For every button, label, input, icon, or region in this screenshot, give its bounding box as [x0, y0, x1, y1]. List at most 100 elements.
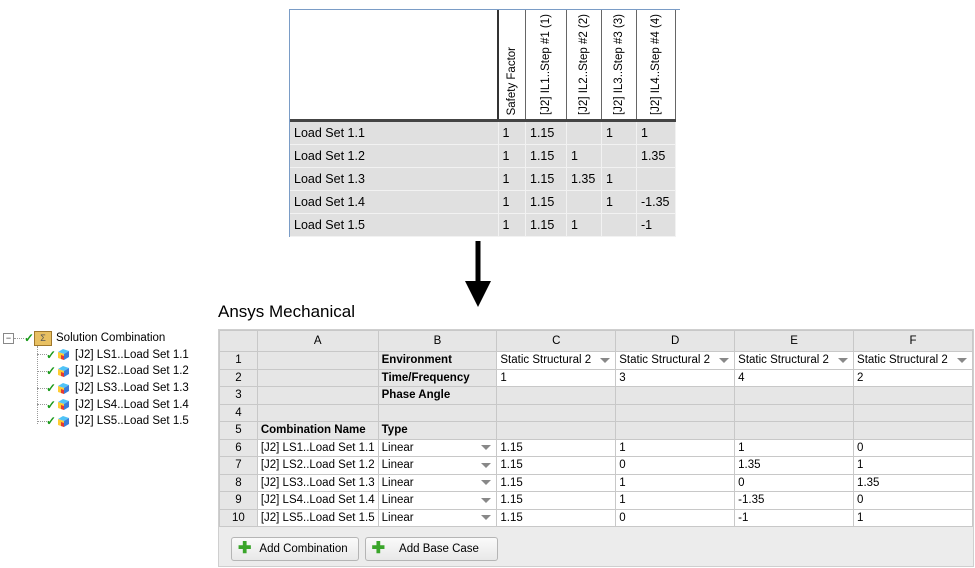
- matrix-cell: -1.35: [636, 190, 676, 215]
- environment-select[interactable]: Static Structural 2: [496, 351, 617, 370]
- dropdown-arrow-icon[interactable]: [719, 357, 730, 363]
- tree-item-load-combination[interactable]: ✓ [J2] LS5..Load Set 1.5: [0, 413, 189, 430]
- add-combination-button[interactable]: ✚ Add Combination: [231, 537, 359, 561]
- grid-row-environment: 1 Environment Static Structural 2 Static…: [219, 351, 973, 370]
- matrix-cell: 1.15: [525, 144, 567, 169]
- coefficient-input[interactable]: 1.35: [734, 456, 855, 475]
- dropdown-arrow-icon[interactable]: [838, 357, 849, 363]
- result-cube-icon: [58, 382, 69, 394]
- time-input[interactable]: 2: [853, 368, 973, 387]
- combination-name-input[interactable]: [J2] LS3..Load Set 1.3: [256, 473, 379, 492]
- col-header-f: F: [853, 330, 973, 352]
- tree-item-load-combination[interactable]: ✓ [J2] LS4..Load Set 1.4: [0, 396, 189, 413]
- check-icon: ✓: [24, 331, 35, 346]
- tree-connector: [37, 404, 47, 406]
- coefficient-input[interactable]: 1: [734, 438, 855, 457]
- coefficient-input[interactable]: 1: [853, 508, 973, 527]
- coefficient-input[interactable]: 1: [615, 491, 736, 510]
- matrix-row-name: Load Set 1.1: [290, 120, 499, 146]
- empty-cell: [256, 368, 379, 387]
- tree-item-load-combination[interactable]: ✓ [J2] LS2..Load Set 1.2: [0, 363, 189, 380]
- coefficient-input[interactable]: 1: [615, 438, 736, 457]
- tree-item-load-combination[interactable]: ✓ [J2] LS3..Load Set 1.3: [0, 380, 189, 397]
- grid-row-blank: 4: [219, 403, 973, 422]
- combination-name-input[interactable]: [J2] LS1..Load Set 1.1: [256, 438, 379, 457]
- matrix-row: Load Set 1.5 1 1.15 1 -1: [290, 213, 676, 238]
- coefficient-input[interactable]: -1: [734, 508, 855, 527]
- combination-type-select[interactable]: Linear: [377, 473, 498, 492]
- combination-row: 8 [J2] LS3..Load Set 1.3 Linear 1.15 1 0 1.35: [219, 473, 973, 492]
- tree-root[interactable]: − ✓ Σ Solution Combination: [0, 330, 189, 347]
- dropdown-arrow-icon[interactable]: [481, 515, 492, 521]
- col-header-b: B: [377, 330, 498, 352]
- collapse-icon[interactable]: −: [3, 332, 14, 344]
- time-input[interactable]: 3: [615, 368, 736, 387]
- col-header-e: E: [734, 330, 855, 352]
- coefficient-input[interactable]: 0: [615, 456, 736, 475]
- tree-connector: [37, 387, 47, 389]
- type-label: Type: [377, 421, 498, 440]
- coefficient-input[interactable]: 1: [853, 456, 973, 475]
- empty-cell: [256, 403, 379, 422]
- dropdown-arrow-icon[interactable]: [957, 357, 967, 363]
- coefficient-input[interactable]: 1.15: [496, 456, 617, 475]
- coefficient-input[interactable]: 0: [853, 438, 973, 457]
- tree-item-load-combination[interactable]: ✓ [J2] LS1..Load Set 1.1: [0, 347, 189, 364]
- coefficient-input[interactable]: 1.15: [496, 438, 617, 457]
- plus-icon: ✚: [238, 540, 252, 557]
- coefficient-input[interactable]: 1.15: [496, 508, 617, 527]
- solution-combination-tree: − ✓ Σ Solution Combination ✓ [J2] LS1..Lo…: [0, 330, 189, 430]
- combination-name-input[interactable]: [J2] LS4..Load Set 1.4: [256, 491, 379, 510]
- combination-row: 7 [J2] LS2..Load Set 1.2 Linear 1.15 0 1.35 1: [219, 456, 973, 475]
- down-arrow-icon: [465, 241, 491, 307]
- add-base-case-button[interactable]: ✚ Add Base Case: [364, 537, 498, 561]
- empty-cell: [615, 386, 736, 405]
- matrix-cell: 1: [498, 144, 526, 169]
- empty-cell: [496, 421, 617, 440]
- coefficient-input[interactable]: 0: [615, 508, 736, 527]
- combination-grid: A B C D E F 1 Environment Static Structu…: [219, 330, 973, 527]
- matrix-cell: [566, 120, 602, 146]
- tree-connector: [37, 370, 47, 372]
- coefficient-input[interactable]: 1: [615, 473, 736, 492]
- combination-type-select[interactable]: Linear: [377, 456, 498, 475]
- dropdown-arrow-icon[interactable]: [481, 497, 492, 503]
- matrix-cell: [601, 144, 637, 169]
- combination-type-select[interactable]: Linear: [377, 508, 498, 527]
- result-cube-icon: [58, 365, 69, 377]
- coefficient-input[interactable]: 1.35: [853, 473, 973, 492]
- combination-type-select[interactable]: Linear: [377, 491, 498, 510]
- col-header-d: D: [615, 330, 736, 352]
- dropdown-arrow-icon[interactable]: [600, 357, 611, 363]
- row-number: 3: [219, 386, 258, 405]
- combination-type-select[interactable]: Linear: [377, 438, 498, 457]
- matrix-cell: -1: [636, 213, 676, 238]
- environment-select[interactable]: Static Structural 2: [734, 351, 855, 370]
- matrix-row: Load Set 1.2 1 1.15 1 1.35: [290, 144, 676, 169]
- empty-cell: [377, 403, 498, 422]
- matrix-cell: [566, 190, 602, 215]
- dropdown-arrow-icon[interactable]: [481, 445, 492, 451]
- matrix-cell: 1.15: [525, 213, 567, 238]
- coefficient-input[interactable]: -1.35: [734, 491, 855, 510]
- solution-combination-worksheet: A B C D E F 1 Environment Static Structu…: [218, 329, 974, 567]
- matrix-cell: 1: [601, 120, 637, 146]
- coefficient-input[interactable]: 1.15: [496, 473, 617, 492]
- dropdown-arrow-icon[interactable]: [481, 462, 492, 468]
- matrix-cell: 1: [566, 144, 602, 169]
- empty-cell: [734, 421, 855, 440]
- coefficient-input[interactable]: 0: [853, 491, 973, 510]
- result-cube-icon: [58, 349, 69, 361]
- coefficient-input[interactable]: 0: [734, 473, 855, 492]
- empty-cell: [496, 386, 617, 405]
- combination-name-input[interactable]: [J2] LS5..Load Set 1.5: [256, 508, 379, 527]
- row-number: 7: [219, 456, 258, 475]
- tree-connector: [37, 420, 47, 422]
- time-input[interactable]: 1: [496, 368, 617, 387]
- combination-name-input[interactable]: [J2] LS2..Load Set 1.2: [256, 456, 379, 475]
- dropdown-arrow-icon[interactable]: [481, 480, 492, 486]
- time-input[interactable]: 4: [734, 368, 855, 387]
- coefficient-input[interactable]: 1.15: [496, 491, 617, 510]
- environment-select[interactable]: Static Structural 2: [615, 351, 736, 370]
- environment-select[interactable]: Static Structural 2: [853, 351, 973, 370]
